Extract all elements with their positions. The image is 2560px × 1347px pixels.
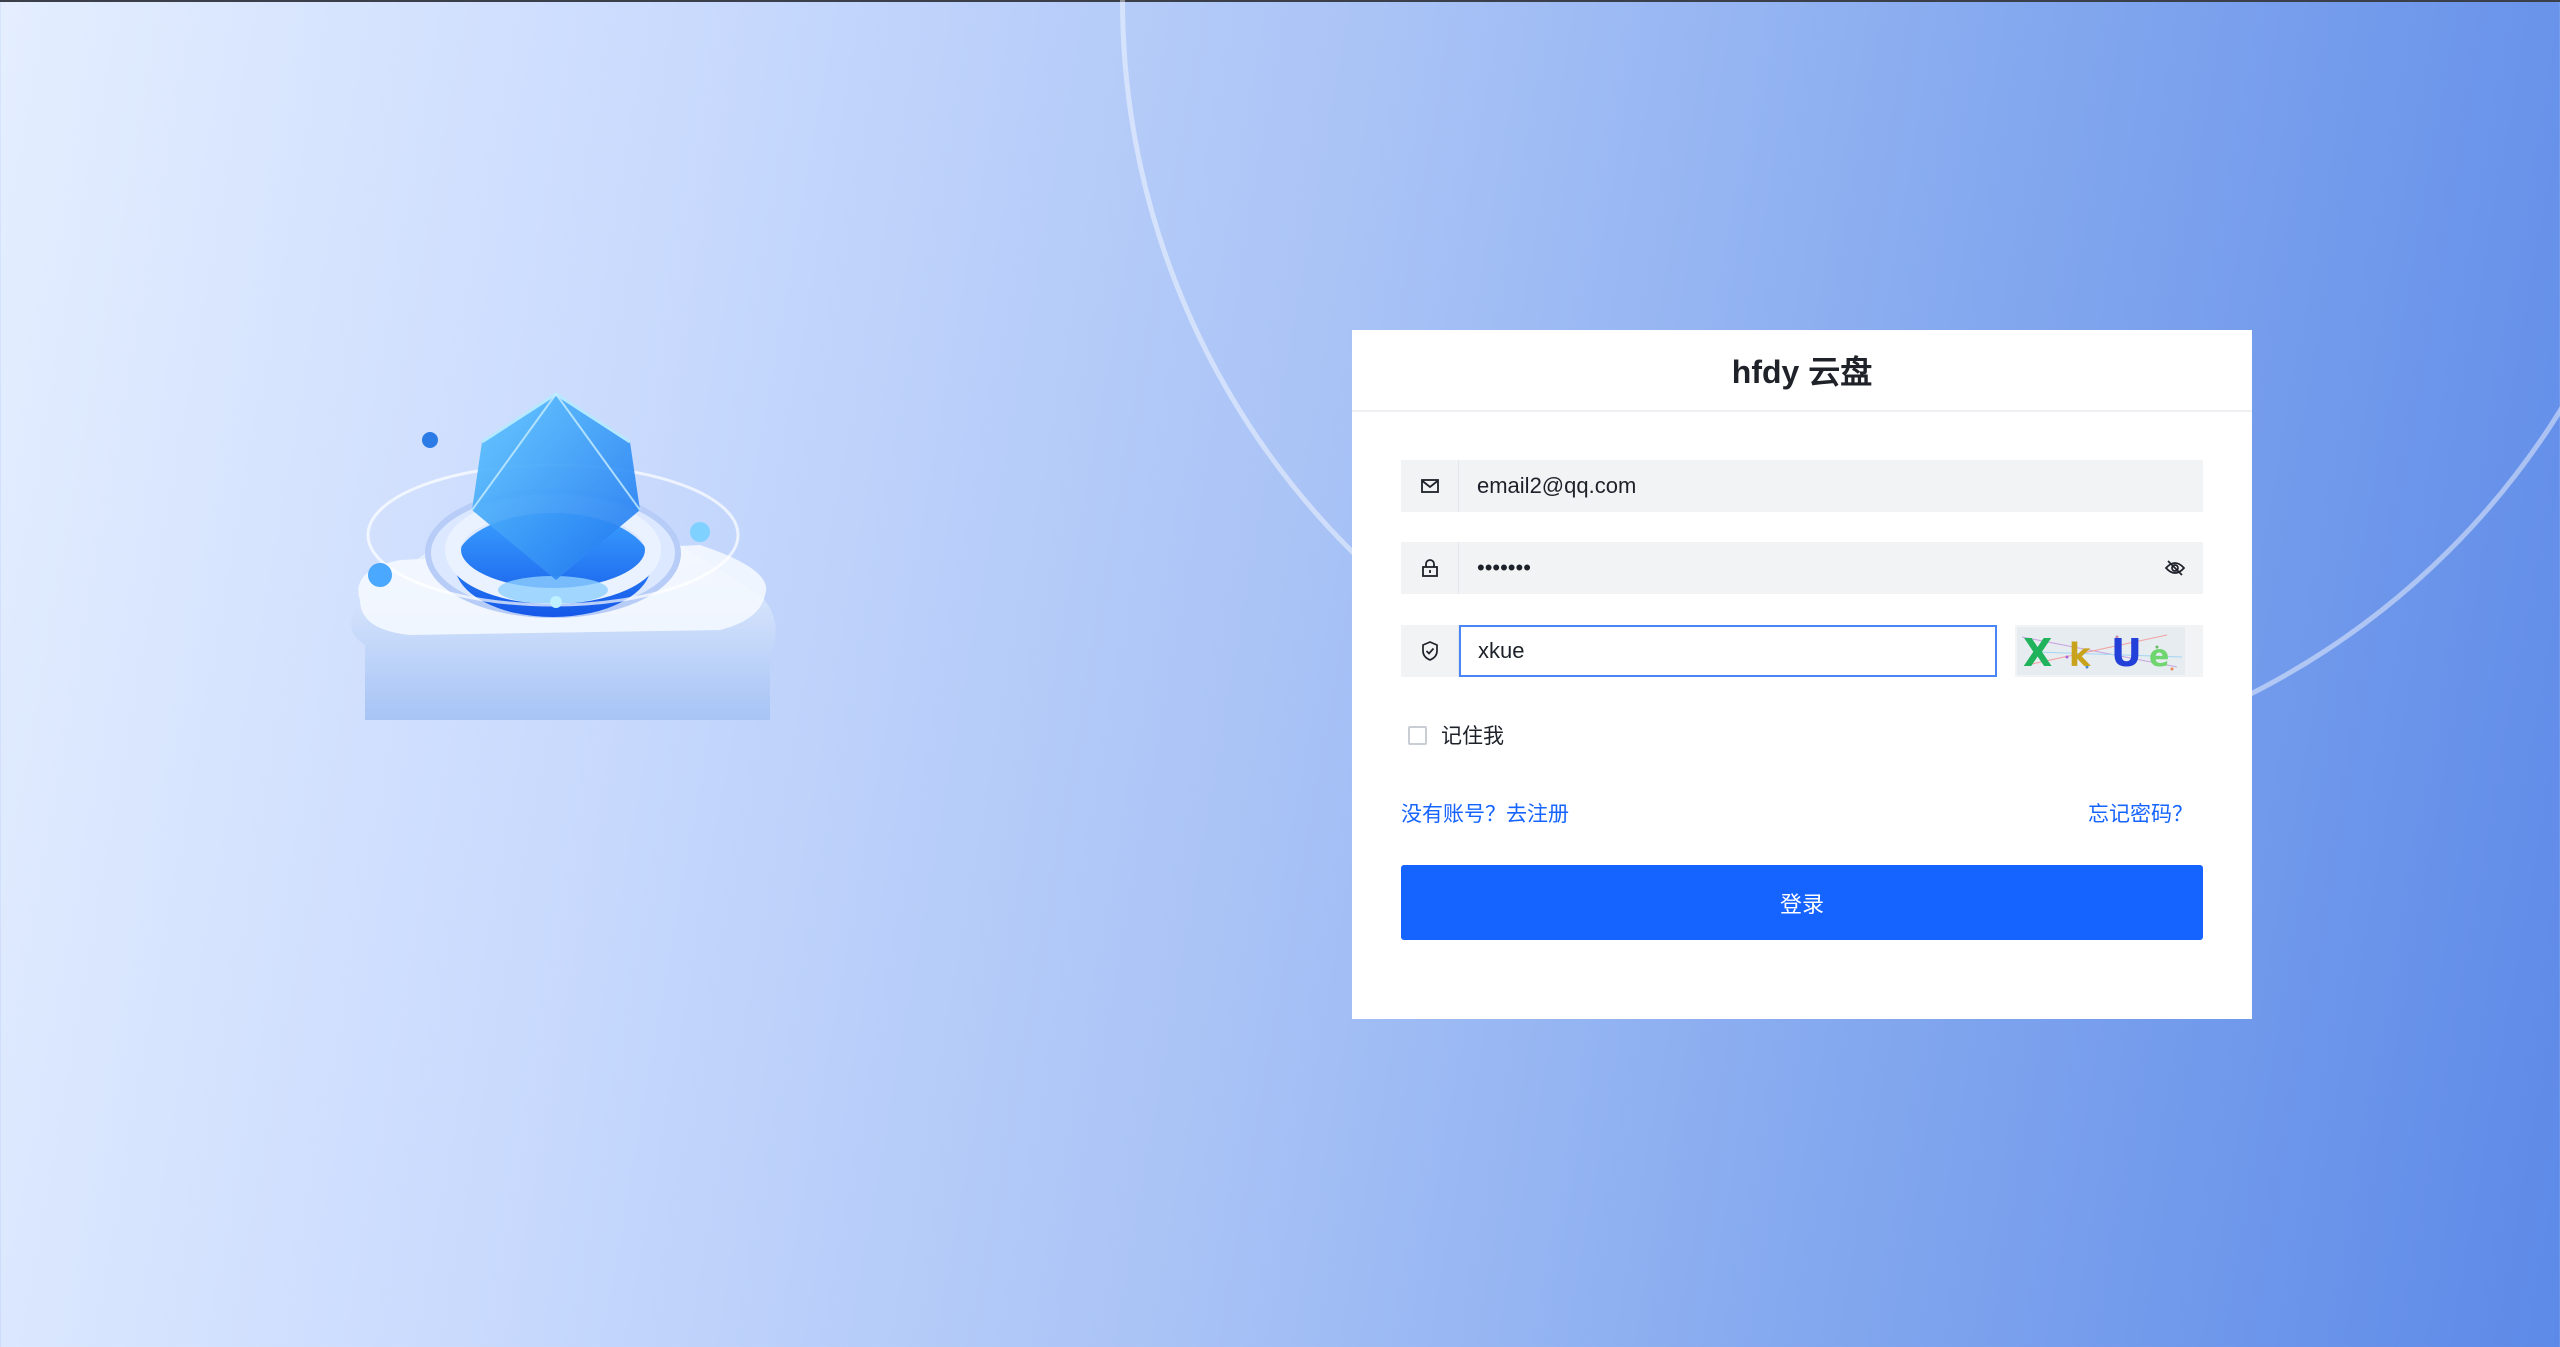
remember-me[interactable]: 记住我 (1408, 720, 1504, 750)
cloud-illustration (351, 392, 776, 720)
svg-text:e: e (2149, 639, 2169, 674)
captcha-field: X k U e (1401, 625, 2203, 677)
forgot-password-link[interactable]: 忘记密码？ (2088, 798, 2193, 828)
eye-off-icon[interactable] (2147, 542, 2203, 594)
login-card: hfdy 云盘 email2@qq.com ••••••• xkue X k U… (1352, 330, 2252, 1019)
captcha-gap (1997, 625, 2015, 677)
login-button[interactable]: 登录 (1401, 865, 2203, 940)
svg-text:X: X (2023, 631, 2052, 675)
email-input[interactable] (1459, 460, 2203, 512)
password-field (1401, 542, 2203, 594)
remember-checkbox[interactable] (1408, 725, 1427, 745)
svg-text:U: U (2111, 631, 2142, 675)
captcha-input[interactable] (1459, 625, 1997, 677)
mail-icon (1401, 460, 1459, 512)
email-field (1401, 460, 2203, 512)
captcha-box: X k U e (2015, 625, 2203, 677)
shield-check-icon (1401, 625, 1459, 677)
svg-text:k: k (2069, 636, 2091, 674)
register-link[interactable]: 没有账号？去注册 (1401, 798, 1569, 828)
page-title: hfdy 云盘 (1731, 354, 1873, 390)
lock-icon (1401, 542, 1459, 594)
password-input[interactable] (1459, 542, 2147, 594)
remember-label: 记住我 (1441, 725, 1504, 748)
card-header: hfdy 云盘 (1352, 330, 2252, 412)
captcha-image[interactable]: X k U e (2017, 627, 2185, 675)
